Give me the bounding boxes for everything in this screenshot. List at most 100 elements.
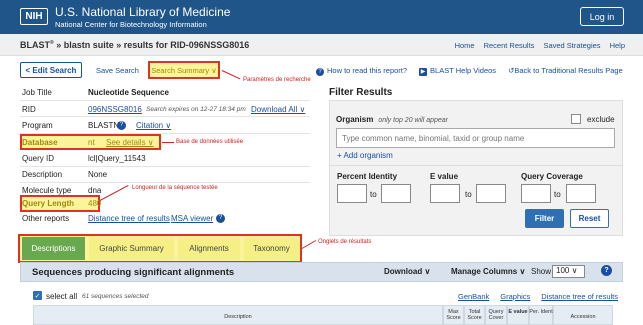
tab-taxonomy[interactable]: Taxonomy bbox=[244, 237, 299, 260]
annotation-params: Paramètres de recherche bbox=[243, 77, 311, 83]
evalue-min[interactable] bbox=[430, 184, 460, 203]
evalue-max[interactable] bbox=[476, 184, 506, 203]
organism-label: Organism only top 20 will appear bbox=[336, 115, 448, 124]
help-links: ? How to read this report? ▶ BLAST Help Vi… bbox=[316, 66, 623, 76]
graphics-link[interactable]: Graphics bbox=[500, 292, 530, 301]
divider bbox=[20, 182, 310, 183]
other-reports-label: Other reports bbox=[22, 214, 70, 223]
organism-note: only top 20 will appear bbox=[378, 117, 448, 124]
search-summary-button[interactable]: Search Summary ∨ bbox=[148, 61, 220, 79]
tab-descriptions[interactable]: Descriptions bbox=[22, 237, 85, 260]
genbank-link[interactable]: GenBank bbox=[458, 292, 489, 301]
query-coverage-max[interactable] bbox=[566, 184, 596, 203]
login-button[interactable]: Log in bbox=[580, 7, 624, 26]
evalue-label: E value bbox=[430, 172, 459, 181]
program-label: Program bbox=[22, 121, 53, 130]
query-id-value: lcl|Query_11543 bbox=[88, 154, 146, 163]
program-help-icon[interactable]: ? bbox=[117, 121, 126, 130]
nav-help[interactable]: Help bbox=[610, 41, 625, 50]
site-subtitle: National Center for Biotechnology Inform… bbox=[55, 20, 207, 29]
annotation-db: Base de données utilisée bbox=[176, 139, 244, 145]
to-label: to bbox=[554, 190, 561, 199]
how-to-read-label: How to read this report? bbox=[327, 66, 408, 75]
molecule-type-value: dna bbox=[88, 186, 102, 195]
rid-expires: Search expires on 12-27 18:34 pm bbox=[146, 106, 246, 113]
edit-search-button[interactable]: < Edit Search bbox=[20, 62, 82, 78]
database-value: nt bbox=[88, 138, 95, 147]
nih-logo[interactable]: NIH bbox=[20, 8, 48, 25]
column-accession-label: Accession bbox=[570, 314, 596, 320]
column-max-score-label: Max Score bbox=[446, 309, 461, 321]
nav-recent-results[interactable]: Recent Results bbox=[484, 41, 535, 50]
help-videos-label: BLAST Help Videos bbox=[430, 66, 497, 75]
job-title-label: Job Title bbox=[22, 88, 52, 97]
help-videos-link[interactable]: ▶ BLAST Help Videos bbox=[419, 66, 496, 76]
annotation-arrow-tabs bbox=[301, 240, 317, 249]
exclude-checkbox[interactable] bbox=[571, 114, 581, 124]
results-title: Sequences producing significant alignmen… bbox=[32, 267, 235, 278]
nav-saved-strategies[interactable]: Saved Strategies bbox=[543, 41, 600, 50]
column-query-cover-label: Query Cover bbox=[488, 309, 504, 321]
download-all-link[interactable]: Download All ∨ bbox=[251, 105, 305, 114]
percent-identity-max[interactable] bbox=[381, 184, 411, 203]
column-per-ident[interactable] bbox=[529, 305, 553, 325]
video-icon: ▶ bbox=[419, 68, 428, 76]
nav-home[interactable]: Home bbox=[455, 41, 475, 50]
citation-link[interactable]: Citation ∨ bbox=[136, 121, 171, 130]
percent-identity-label: Percent Identity bbox=[337, 172, 398, 181]
divider bbox=[20, 166, 310, 167]
database-label: Database bbox=[22, 138, 58, 147]
add-organism-link[interactable]: + Add organism bbox=[337, 151, 393, 160]
back-traditional-link[interactable]: ↺Back to Traditional Results Page bbox=[508, 66, 623, 76]
download-menu[interactable]: Download ∨ bbox=[384, 267, 430, 276]
show-count-select[interactable]: 100 ∨ bbox=[552, 265, 585, 278]
tab-alignments[interactable]: Alignments bbox=[178, 237, 240, 260]
percent-identity-min[interactable] bbox=[337, 184, 367, 203]
column-per-ident-label: Per. Ident bbox=[529, 309, 553, 315]
annotation-arrow-params bbox=[221, 70, 241, 80]
breadcrumb-bar: BLAST® » blastn suite » results for RID-… bbox=[0, 34, 643, 56]
distance-tree-results-link[interactable]: Distance tree of results bbox=[541, 292, 618, 301]
other-reports-help-icon[interactable]: ? bbox=[216, 214, 225, 223]
select-all-checkbox[interactable]: ✓ bbox=[33, 291, 42, 300]
see-details-link[interactable]: See details ∨ bbox=[106, 138, 154, 147]
breadcrumb: BLAST® » blastn suite » results for RID-… bbox=[20, 40, 249, 50]
manage-columns-menu[interactable]: Manage Columns ∨ bbox=[451, 267, 525, 276]
column-evalue-label: E value bbox=[508, 309, 528, 315]
select-all-label: select all bbox=[46, 292, 78, 301]
msa-viewer-link[interactable]: MSA viewer bbox=[171, 214, 213, 223]
molecule-type-label: Molecule type bbox=[22, 186, 72, 195]
description-value: None bbox=[88, 170, 108, 179]
question-icon: ? bbox=[316, 68, 324, 76]
distance-tree-link[interactable]: Distance tree of results bbox=[88, 214, 170, 223]
selected-count: 61 sequences selected bbox=[82, 293, 149, 300]
rid-label: RID bbox=[22, 105, 36, 114]
rid-link[interactable]: 096NSSG8016 bbox=[88, 105, 142, 114]
breadcrumb-path: » blastn suite » results for RID-096NSSG… bbox=[53, 40, 250, 50]
result-links: GenBank Graphics Distance tree of result… bbox=[458, 292, 618, 301]
filter-title: Filter Results bbox=[329, 87, 393, 98]
tab-graphic-summary[interactable]: Graphic Summary bbox=[89, 237, 174, 260]
column-evalue[interactable] bbox=[507, 305, 529, 325]
divider bbox=[20, 116, 310, 117]
program-value: BLASTN bbox=[88, 121, 120, 130]
reset-button[interactable]: Reset bbox=[570, 209, 609, 228]
organism-input[interactable]: Type common name, binomial, taxid or gro… bbox=[336, 128, 615, 148]
annotation-arrow-db bbox=[162, 142, 174, 143]
job-title-value: Nucleotide Sequence bbox=[88, 88, 169, 97]
filter-button[interactable]: Filter bbox=[525, 209, 564, 228]
organism-label-text: Organism bbox=[336, 115, 374, 124]
results-help-icon[interactable]: ? bbox=[601, 265, 612, 276]
description-label: Description bbox=[22, 170, 63, 179]
query-id-label: Query ID bbox=[22, 154, 55, 163]
divider bbox=[20, 100, 310, 101]
site-header: NIH U.S. National Library of Medicine Na… bbox=[0, 0, 643, 34]
annotation-tabs: Onglets de résultats bbox=[318, 239, 372, 245]
back-traditional-label: Back to Traditional Results Page bbox=[514, 66, 623, 75]
query-coverage-min[interactable] bbox=[521, 184, 551, 203]
save-search-link[interactable]: Save Search bbox=[96, 66, 139, 75]
breadcrumb-blast[interactable]: BLAST bbox=[20, 40, 50, 50]
exclude-label: exclude bbox=[587, 115, 615, 124]
how-to-read-link[interactable]: ? How to read this report? bbox=[316, 66, 407, 76]
site-title: U.S. National Library of Medicine bbox=[55, 5, 231, 19]
